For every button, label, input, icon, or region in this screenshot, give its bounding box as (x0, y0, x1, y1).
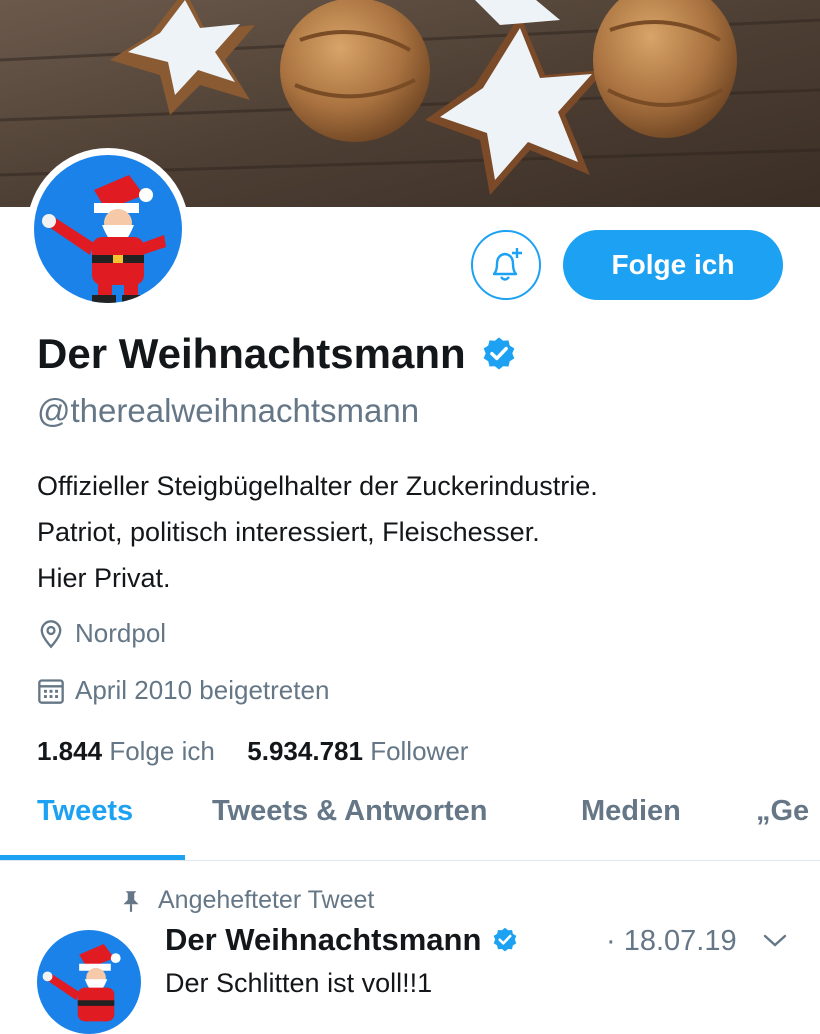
pinned-tweet-label: Angehefteter Tweet (118, 886, 374, 915)
following-count: 1.844 (37, 736, 103, 766)
calendar-icon (38, 678, 64, 704)
avatar-image (34, 155, 182, 303)
santa-icon (42, 175, 166, 303)
chevron-down-icon (763, 934, 787, 947)
followers-count: 5.934.781 (247, 736, 363, 766)
tab-tweets-replies[interactable]: Tweets & Antworten (212, 795, 488, 828)
location-text: Nordpol (75, 618, 167, 648)
tweet-author[interactable]: Der Weihnachtsmann (165, 922, 519, 958)
following-label: Folge ich (109, 736, 215, 766)
verified-badge-icon (494, 927, 517, 952)
profile-joined: April 2010 beigetreten (37, 675, 329, 706)
tweet-menu-button[interactable] (762, 932, 788, 955)
tweet-author-name: Der Weihnachtsmann (165, 922, 482, 957)
followers-stat[interactable]: 5.934.781 Follower (247, 736, 468, 766)
follow-button-label: Folge ich (611, 249, 735, 280)
location-pin-icon (40, 619, 62, 648)
bio-line: Hier Privat. (37, 563, 171, 593)
verified-badge-icon (483, 337, 515, 370)
tab-likes[interactable]: „Ge (756, 795, 809, 828)
joined-text: April 2010 beigetreten (75, 675, 330, 705)
following-stat[interactable]: 1.844 Folge ich (37, 736, 222, 766)
tweet-avatar[interactable] (37, 930, 141, 1034)
bell-plus-icon (492, 248, 522, 281)
santa-icon (42, 944, 121, 1022)
profile-location: Nordpol (37, 618, 166, 649)
follow-button[interactable]: Folge ich (563, 230, 783, 300)
profile-name-text: Der Weihnachtsmann (37, 330, 466, 377)
tweet-date[interactable]: · 18.07.19 (606, 925, 737, 958)
pinned-text: Angehefteter Tweet (158, 886, 375, 914)
notification-button[interactable] (471, 230, 541, 300)
followers-label: Follower (370, 736, 469, 766)
profile-bio: Offizieller Steigbügelhalter der Zuckeri… (37, 463, 598, 601)
profile-tabs: Tweets Tweets & Antworten Medien „Ge (0, 790, 820, 861)
profile-stats: 1.844 Folge ich 5.934.781 Follower (37, 736, 468, 767)
tweet-text: Der Schlitten ist voll!!1 (165, 968, 433, 998)
profile-name: Der Weihnachtsmann (37, 330, 518, 378)
bio-line: Patriot, politisch interessiert, Fleisch… (37, 517, 540, 547)
walnut-center (280, 0, 430, 142)
profile-handle: @therealweihnachtsmann (37, 392, 420, 429)
active-tab-indicator (0, 855, 185, 860)
bio-line: Offizieller Steigbügelhalter der Zuckeri… (37, 471, 598, 501)
tab-media[interactable]: Medien (581, 795, 681, 828)
profile-avatar[interactable] (27, 148, 189, 310)
pin-icon (123, 890, 139, 912)
tab-tweets[interactable]: Tweets (37, 795, 133, 828)
